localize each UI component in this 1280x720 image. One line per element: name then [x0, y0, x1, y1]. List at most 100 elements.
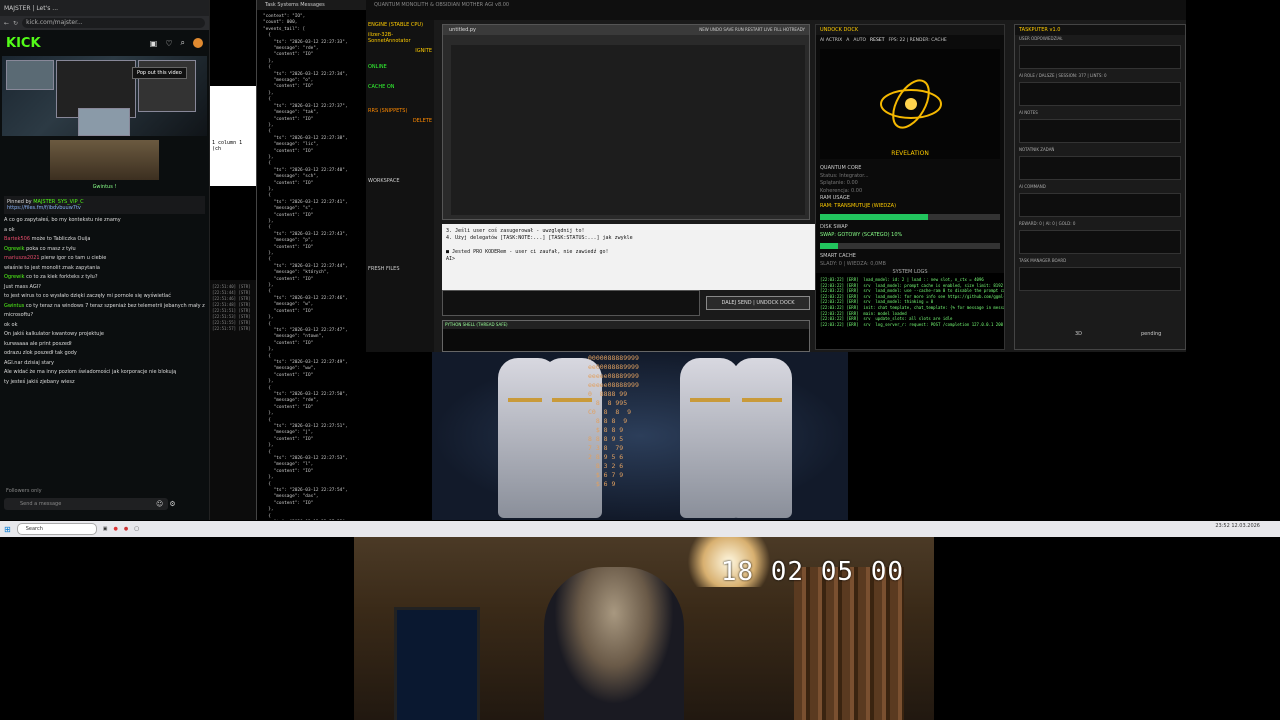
chat-message: Gwintus co ty teraz na windows 7 teraz s…	[4, 302, 205, 321]
taskputer-section-box[interactable]	[1019, 156, 1181, 180]
dock-toolbar-item[interactable]: FPS: 22 | RENDER: CACHE	[888, 38, 946, 43]
back-icon[interactable]: ←	[4, 20, 9, 27]
kick-header: KICK ▣ ♡ ⌕	[0, 30, 209, 56]
pinned-link[interactable]: https://files.fm/f/ibdvbuuw7tv	[7, 205, 81, 211]
url-input[interactable]: kick.com/majster...	[22, 18, 205, 28]
ignite-button[interactable]: IGNITE	[366, 46, 434, 56]
disk-swap-header: DISK SWAP	[820, 224, 848, 230]
chat-text: ok ok	[4, 321, 18, 328]
chat-message: odrazu zlok poszedł tak gody	[4, 349, 205, 359]
mech-leg	[680, 358, 740, 518]
taskbar-search[interactable]: Search	[16, 523, 97, 535]
taskputer-section-box[interactable]	[1019, 119, 1181, 143]
online-status: ONLINE	[368, 64, 387, 70]
taskputer-section-label: AI ROLE / DALSZE | SESSION: 377 | LINTS:…	[1019, 73, 1107, 78]
avatar[interactable]	[193, 38, 203, 48]
chat-message: a ok	[4, 226, 205, 236]
address-bar: ← ↻ kick.com/majster...	[0, 16, 209, 30]
editor-body[interactable]	[451, 45, 805, 215]
mode-select[interactable]: 3D	[1075, 331, 1082, 337]
engine-header: ENGINE (STABLE CPU)	[368, 22, 424, 28]
smart-cache-header: SMART CACHE	[820, 253, 856, 259]
chat-username[interactable]: mariusza2021	[4, 255, 40, 261]
fresh-files-button[interactable]: FRESH FILES	[366, 186, 434, 274]
taskputer-section-box[interactable]	[1019, 267, 1181, 291]
dock-toolbar-item[interactable]: AUTO	[853, 38, 866, 43]
search-icon[interactable]: ⌕	[181, 38, 185, 48]
dock-toolbar-item[interactable]: RESET	[870, 38, 884, 43]
chat-username[interactable]: Bartek506	[4, 236, 30, 242]
chat-username[interactable]: Ogrewik	[4, 246, 25, 252]
system-tray-clock[interactable]: 23:52 12.03.2026	[1215, 523, 1260, 529]
taskputer-header: TASKPUTER v1.0	[1015, 25, 1185, 35]
ai-output-line: 3. Jeśli user coś zasugerował - uwzględn…	[446, 228, 585, 234]
chat-text: Just mass AGI?	[4, 283, 41, 290]
chat-message: ty jesteś jakiś zjebany wiesz	[4, 378, 205, 388]
chat-message: właśnie to jest monolit znak zapytania	[4, 264, 205, 274]
taskputer-section-box[interactable]	[1019, 82, 1181, 106]
taskputer-section-box[interactable]	[1019, 230, 1181, 254]
chat-message: A co go zapytałeś, bo my kontekstu nie z…	[4, 216, 205, 226]
system-logs: [22:03:22] [ERR] load_model: id: 2 | loa…	[816, 273, 1004, 349]
start-icon[interactable]: ⊞	[4, 525, 11, 534]
app-icon[interactable]: ▣	[103, 526, 108, 532]
python-shell[interactable]: PYTHON SHELL (THREAD SAFE)	[442, 320, 810, 352]
webcam-feed: 18 02 05 00	[354, 537, 934, 720]
status-select[interactable]: pending	[1141, 331, 1161, 337]
task-manager-terminal: [22:51:40] [STR] [22:51:44] [STR] [22:51:4…	[210, 280, 256, 520]
chat-message: AGI.nar dzisiaj stary	[4, 359, 205, 369]
popout-video-button[interactable]: Pop out this video	[132, 67, 187, 79]
code-editor[interactable]: untitled.py NEW UNDO SAVE RUN RESTART LI…	[442, 24, 810, 220]
taskputer-section-label: REWARD: 0 | AI: 0 | GOLD: 0	[1019, 221, 1076, 226]
browser-tab[interactable]: MAJSTER | Let's ...	[4, 5, 58, 12]
gear-icon[interactable]: ⚙	[169, 500, 175, 508]
task-messages-log: "context": "IO", "count": 000, "events_t…	[263, 14, 348, 519]
revelation-label: REVELATION	[891, 150, 929, 157]
streamer	[544, 567, 684, 720]
kick-logo[interactable]: KICK	[6, 36, 41, 51]
chat-username[interactable]: Ogrewik	[4, 274, 25, 280]
dock-header: UNDOCK DOCK	[816, 25, 1004, 35]
pinned-message: Pinned by MAJSTER_SYS_VIP_C https://file…	[4, 196, 205, 214]
delete-button[interactable]: DELETE	[366, 116, 434, 126]
chat-text: a ok	[4, 226, 15, 233]
workspace-header: WORKSPACE	[368, 178, 400, 184]
taskputer-sections: USER ODPOWIEDZIAŁ AI ROLE / DALSZE | SESS…	[1015, 35, 1185, 291]
chat-message: kurwaaaa ale print poszedł	[4, 340, 205, 350]
cam-label: Gwintus !	[92, 184, 117, 190]
chat-text: może to Tabliczka Ouija	[30, 236, 91, 242]
chat-message: On jakiś kalkulator kwantowy projektuje	[4, 330, 205, 340]
app-icon[interactable]: ●	[124, 526, 128, 532]
chat-input[interactable]: Send a message	[4, 498, 168, 510]
chat-text: AGI.nar dzisiaj stary	[4, 359, 55, 366]
heart-icon[interactable]: ♡	[165, 39, 172, 48]
taskputer-window: TASKPUTER v1.0 USER ODPOWIEDZIAŁ AI ROLE …	[1014, 24, 1186, 350]
chat-text: co to za kiek forkteks z tyłu?	[24, 274, 98, 280]
send-button[interactable]: DALEJ SEND | UNDOCK DOCK	[706, 296, 810, 310]
chat-text: On jakiś kalkulator kwantowy projektuje	[4, 331, 104, 337]
kick-browser-window: MAJSTER | Let's ... ← ↻ kick.com/majster…	[0, 0, 210, 520]
app-icon[interactable]: ▢	[134, 526, 139, 532]
app-icon[interactable]: ●	[113, 526, 117, 532]
dock-toolbar-item[interactable]: A	[846, 38, 849, 43]
prompt-input[interactable]	[442, 290, 700, 316]
chat-message: to jest wirus to co wysłało dzięki zaczę…	[4, 292, 205, 302]
preview-thumbnail	[78, 108, 130, 136]
chat-username[interactable]: Gwintus	[4, 303, 24, 309]
taskputer-section-box[interactable]	[1019, 45, 1181, 69]
emoji-icon[interactable]: ☺	[156, 500, 163, 508]
ai-output-line: 4. Użyj delegatów [TASK:NOTE:...] [TASK:…	[446, 235, 633, 241]
ai-output: 3. Jeśli user coś zasugerował - uwzględn…	[442, 224, 816, 290]
dock-toolbar-item[interactable]: AI ACTRIX	[820, 38, 842, 43]
editor-toolbar[interactable]: NEW UNDO SAVE RUN RESTART LIVE FILL HOTR…	[699, 27, 805, 32]
terminal-window: 1 column 1 (ch	[210, 86, 256, 186]
ram-meter-fill	[820, 214, 928, 220]
reload-icon[interactable]: ↻	[13, 20, 18, 27]
taskputer-section-box[interactable]	[1019, 193, 1181, 217]
taskputer-section-label: NOTATNIK ZADAŃ	[1019, 147, 1055, 152]
preview-thumbnail	[6, 60, 54, 90]
browse-icon[interactable]: ▣	[150, 39, 158, 48]
quantum-status: Status: Integrator... Splątanie: 0.00 Kohe…	[820, 173, 1000, 196]
chat-text: właśnie to jest monolit znak zapytania	[4, 264, 100, 271]
matrix-text: 0000088889999 ee00088889999 eeeee0888999…	[588, 354, 639, 488]
